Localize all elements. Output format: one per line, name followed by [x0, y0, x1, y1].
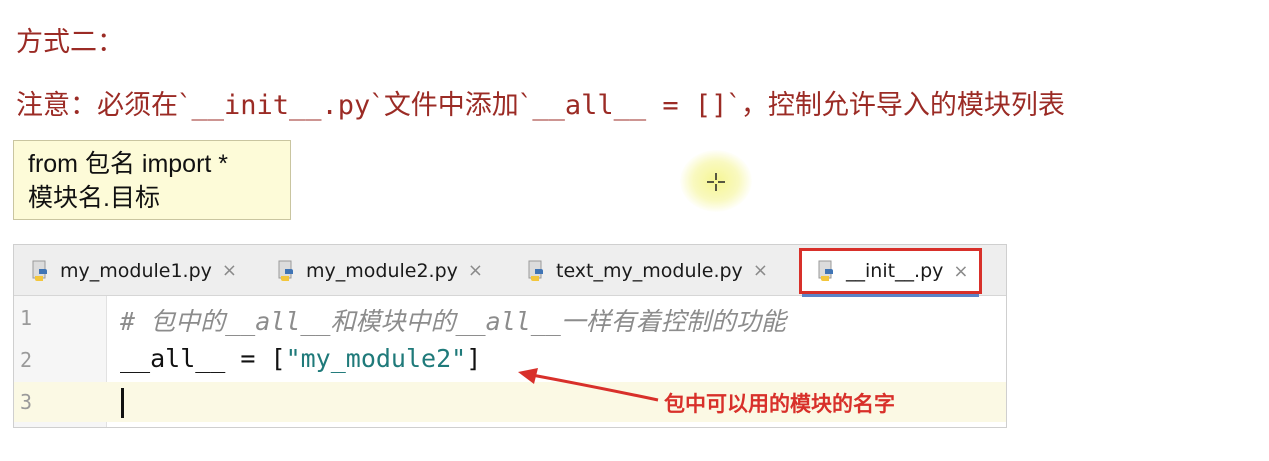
snippet-line-1: from 包名 import * — [28, 150, 229, 178]
line-number: 2 — [20, 348, 33, 372]
tab-my-module2[interactable]: my_module2.py × — [276, 245, 483, 296]
note-code-init: __init__.py — [191, 90, 371, 121]
close-icon[interactable]: × — [468, 260, 483, 281]
python-file-icon — [818, 260, 833, 281]
tab-label: my_module1.py — [60, 259, 212, 282]
close-icon[interactable]: × — [753, 260, 768, 281]
close-icon[interactable]: × — [953, 261, 968, 282]
import-syntax-box: from 包名 import * 模块名.目标 — [13, 140, 291, 220]
tab-label: __init__.py — [846, 260, 944, 282]
text-caret — [121, 388, 124, 418]
code-string: "my_module2" — [285, 344, 467, 373]
note-middle: `文件中添加` — [370, 90, 533, 121]
code-comment: # 包中的__all__和模块中的__all__一样有着控制的功能 — [120, 307, 786, 336]
tab-label: my_module2.py — [306, 259, 458, 282]
note-text: 注意：必须在`__init__.py`文件中添加`__all__ = []`，控… — [16, 83, 1065, 122]
tab-label: text_my_module.py — [556, 259, 743, 282]
annotation-label: 包中可以用的模块的名字 — [664, 392, 895, 416]
python-file-icon — [278, 260, 293, 281]
crosshair-cursor-icon — [707, 173, 725, 191]
tab-init-py[interactable]: __init__.py × — [799, 248, 982, 297]
code-assign: __all__ = [ — [120, 344, 286, 373]
python-file-icon — [528, 260, 543, 281]
code-bracket: ] — [466, 344, 482, 373]
snippet-line-2: 模块名.目标 — [28, 184, 160, 212]
section-heading: 方式二： — [16, 27, 124, 58]
code-line-1[interactable]: 1 # 包中的__all__和模块中的__all__一样有着控制的功能 — [14, 298, 1006, 338]
tab-text-my-module[interactable]: text_my_module.py × — [526, 245, 768, 296]
note-suffix: `，控制允许导入的模块列表 — [727, 90, 1065, 121]
note-code-all: __all__ = [] — [532, 90, 728, 121]
note-prefix: 注意：必须在` — [16, 90, 192, 121]
close-icon[interactable]: × — [222, 260, 237, 281]
line-number: 1 — [20, 306, 33, 330]
tab-my-module1[interactable]: my_module1.py × — [30, 245, 237, 296]
code-statement: __all__ = ["my_module2"] — [120, 344, 481, 373]
red-arrow-icon — [518, 368, 659, 402]
python-file-icon — [32, 260, 47, 281]
editor-tab-bar: my_module1.py × my_module2.py × text_my_… — [14, 245, 1006, 297]
line-number: 3 — [20, 390, 33, 414]
